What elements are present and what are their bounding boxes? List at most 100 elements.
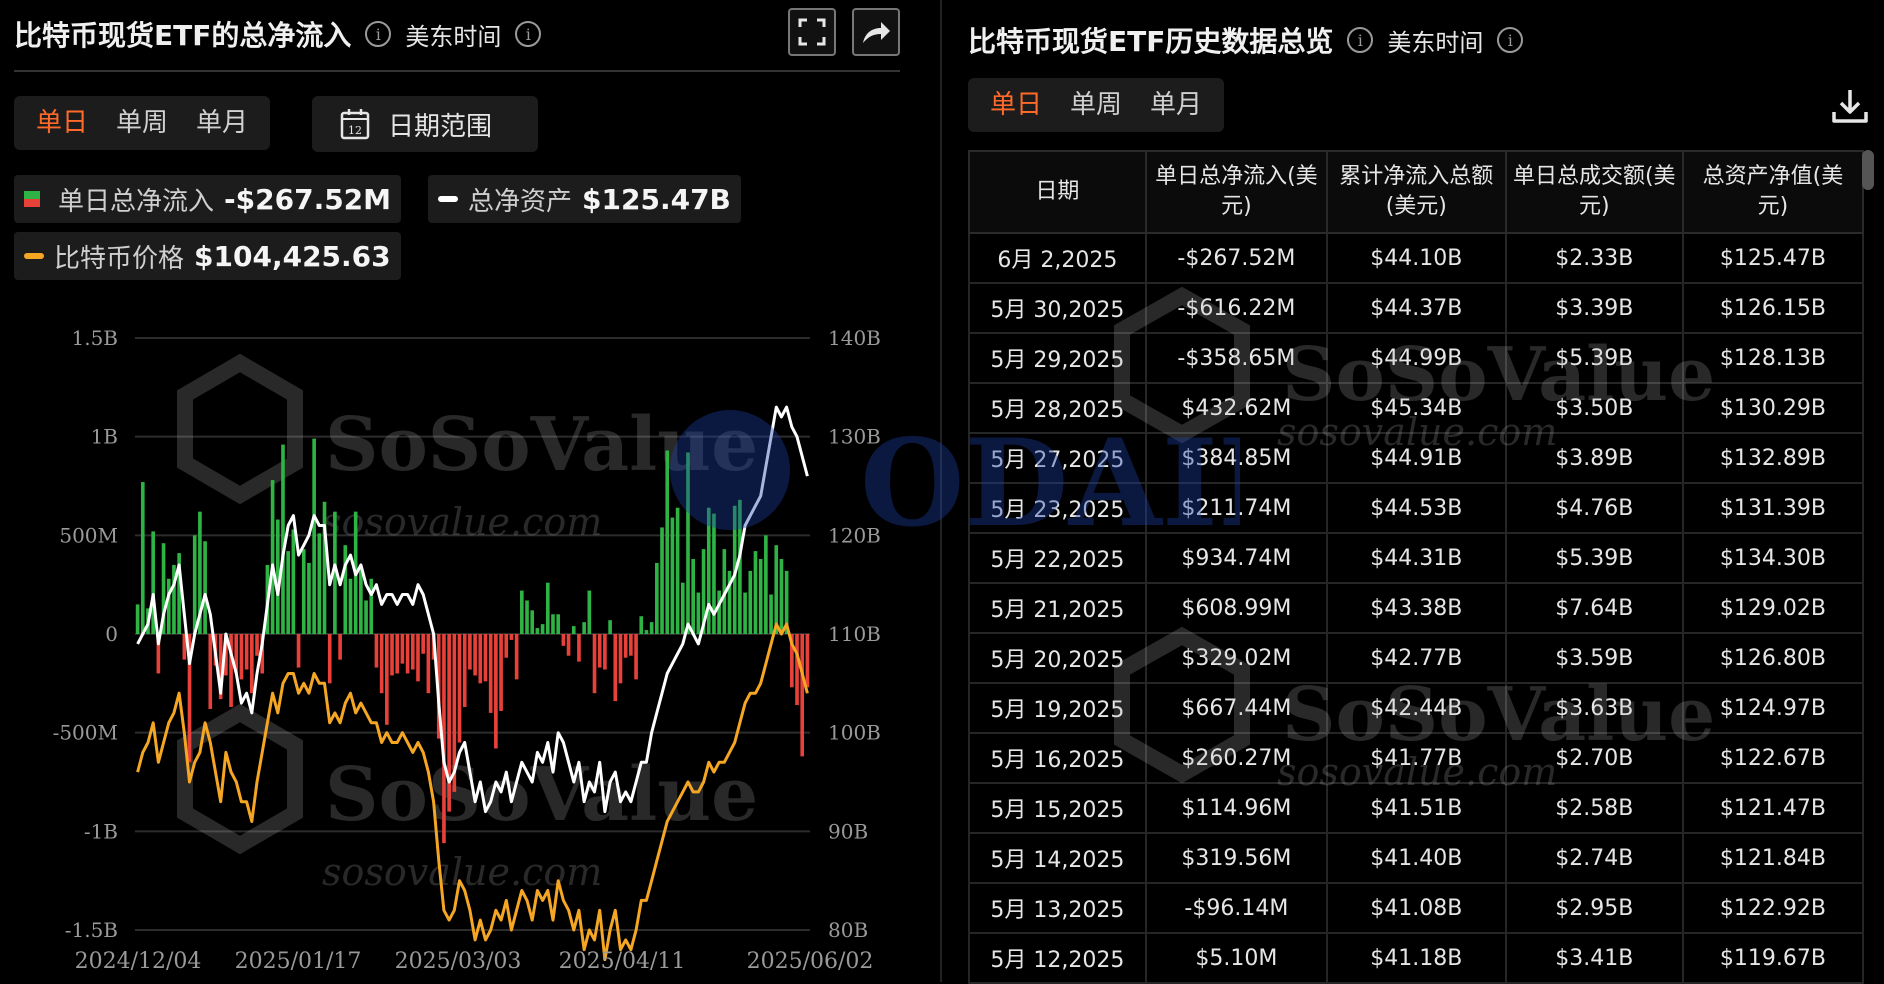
inflow-bar xyxy=(499,634,503,711)
inflow-bar xyxy=(369,578,374,634)
cell-net-inflow: $260.27M xyxy=(1144,733,1328,784)
col-header[interactable]: 单日总成交额(美元) xyxy=(1504,150,1684,234)
table-scrollbar[interactable] xyxy=(1862,150,1874,190)
table-row[interactable]: 5月 30,2025 -$616.22M $44.37B $3.39B $126.15B xyxy=(968,283,1865,334)
table-row[interactable]: 5月 13,2025 -$96.14M $41.08B $2.95B $122.92B xyxy=(968,883,1865,934)
right-period-tabs: 单日 单周 单月 xyxy=(968,78,1225,132)
cell-net-inflow: $114.96M xyxy=(1144,783,1328,834)
table-row[interactable]: 5月 16,2025 $260.27M $41.77B $2.70B $122.67B xyxy=(968,733,1865,784)
inflow-bar xyxy=(483,634,488,682)
x-axis-tick-label: 2024/12/04 xyxy=(75,949,202,974)
inflow-bar xyxy=(561,634,566,646)
cell-volume: $2.95B xyxy=(1504,883,1684,934)
inflow-bar xyxy=(691,559,695,634)
brand-watermark: SoSoValue xyxy=(325,402,758,488)
inflow-bar xyxy=(322,501,327,634)
table-row[interactable]: 5月 21,2025 $608.99M $43.38B $7.64B $129.02B xyxy=(968,583,1865,634)
inflow-bar xyxy=(338,634,342,660)
inflow-bar xyxy=(520,590,524,634)
inflow-bar xyxy=(457,634,462,743)
inflow-bar xyxy=(535,628,540,634)
right-axis-tick-label: 130B xyxy=(828,425,881,449)
tab-daily[interactable]: 单日 xyxy=(976,78,1056,132)
inflow-bar xyxy=(696,592,701,634)
info-icon[interactable]: i xyxy=(1497,27,1524,53)
table-row[interactable]: 5月 23,2025 $211.74M $44.53B $4.76B $131.39B xyxy=(968,483,1865,534)
cell-date: 5月 15,2025 xyxy=(968,783,1147,834)
table-row[interactable]: 5月 29,2025 -$358.65M $44.99B $5.39B $128.13B xyxy=(968,333,1865,384)
inflow-bar xyxy=(385,634,389,725)
right-title-row: 比特币现货ETF历史数据总览 i 美东时间 i xyxy=(968,20,1524,60)
download-icon xyxy=(1832,90,1868,123)
left-axis-tick-label: -1B xyxy=(84,819,118,843)
cell-net-assets: $131.39B xyxy=(1681,483,1865,534)
left-axis-tick-label: -1.5B xyxy=(65,918,118,942)
inflow-bar xyxy=(348,578,353,634)
inflow-bar xyxy=(592,634,597,694)
col-header[interactable]: 单日总净流入(美元) xyxy=(1144,150,1328,234)
cell-date: 5月 16,2025 xyxy=(968,733,1147,784)
inflow-bar xyxy=(405,634,410,674)
table-row[interactable]: 5月 14,2025 $319.56M $41.40B $2.74B $121.84B xyxy=(968,833,1865,884)
cell-date: 5月 30,2025 xyxy=(968,283,1147,334)
table-row[interactable]: 6月 2,2025 -$267.52M $44.10B $2.33B $125.47B xyxy=(968,233,1865,284)
cell-date: 5月 20,2025 xyxy=(968,633,1147,684)
table-row[interactable]: 5月 19,2025 $667.44M $42.44B $3.63B $124.97B xyxy=(968,683,1865,734)
table-header-row: 日期 单日总净流入(美元) 累计净流入总额(美元) 单日总成交额(美元) 总资产… xyxy=(968,150,1865,234)
cell-date: 5月 27,2025 xyxy=(968,433,1147,484)
etf-flow-chart: SoSoValuesosovalue.comSoSoValuesosovalue… xyxy=(53,326,881,974)
inflow-bar xyxy=(281,444,285,634)
tab-monthly[interactable]: 单月 xyxy=(1136,78,1216,132)
site-watermark: sosovalue.com xyxy=(322,500,602,544)
download-button[interactable] xyxy=(1830,86,1870,130)
cell-cumulative-inflow: $42.44B xyxy=(1325,683,1507,734)
inflow-bar xyxy=(530,610,535,634)
inflow-bar xyxy=(629,634,633,656)
inflow-bar xyxy=(255,634,259,656)
cell-volume: $5.39B xyxy=(1504,533,1684,584)
inflow-bar xyxy=(208,634,213,709)
inflow-bar xyxy=(649,622,654,634)
etf-history-panel: 比特币现货ETF历史数据总览 i 美东时间 i 单日 单周 单月 日期 单日总净… xyxy=(940,0,1884,984)
tab-weekly[interactable]: 单周 xyxy=(1056,78,1136,132)
inflow-bar xyxy=(665,450,670,634)
inflow-bar xyxy=(296,634,301,668)
col-header[interactable]: 累计净流入总额(美元) xyxy=(1325,150,1507,234)
table-row[interactable]: 5月 20,2025 $329.02M $42.77B $3.59B $126.80B xyxy=(968,633,1865,684)
inflow-bar xyxy=(239,634,244,680)
cell-net-inflow: $608.99M xyxy=(1144,583,1328,634)
inflow-bar xyxy=(473,634,477,676)
inflow-bar xyxy=(639,616,644,634)
inflow-bar xyxy=(509,634,514,640)
cell-cumulative-inflow: $41.08B xyxy=(1325,883,1507,934)
table-row[interactable]: 5月 15,2025 $114.96M $41.51B $2.58B $121.47B xyxy=(968,783,1865,834)
cell-net-assets: $134.30B xyxy=(1681,533,1865,584)
cell-date: 5月 21,2025 xyxy=(968,583,1147,634)
inflow-bar xyxy=(327,634,332,684)
cell-net-assets: $128.13B xyxy=(1681,333,1865,384)
cell-net-inflow: $329.02M xyxy=(1144,633,1328,684)
cell-date: 5月 14,2025 xyxy=(968,833,1147,884)
inflow-bar xyxy=(525,600,529,634)
table-row[interactable]: 5月 22,2025 $934.74M $44.31B $5.39B $134.30B xyxy=(968,533,1865,584)
inflow-bar xyxy=(494,634,498,749)
table-row[interactable]: 5月 12,2025 $5.10M $41.18B $3.41B $119.67B xyxy=(968,933,1865,984)
inflow-bar xyxy=(359,568,363,634)
right-axis-tick-label: 100B xyxy=(828,721,881,745)
cell-net-assets: $129.02B xyxy=(1681,583,1865,634)
cell-volume: $2.33B xyxy=(1504,233,1684,284)
inflow-bar xyxy=(462,634,467,708)
inflow-bar xyxy=(597,634,602,668)
inflow-bar xyxy=(478,634,483,684)
table-row[interactable]: 5月 27,2025 $384.85M $44.91B $3.89B $132.89B xyxy=(968,433,1865,484)
cell-net-assets: $121.47B xyxy=(1681,783,1865,834)
info-icon[interactable]: i xyxy=(1347,27,1374,53)
inflow-bar xyxy=(764,535,768,634)
right-axis-tick-label: 120B xyxy=(828,523,881,547)
col-header[interactable]: 总资产净值(美元) xyxy=(1681,150,1865,234)
inflow-bar xyxy=(166,578,171,634)
col-header[interactable]: 日期 xyxy=(968,150,1147,234)
inflow-bar xyxy=(680,582,685,634)
inflow-bar xyxy=(753,551,758,634)
table-row[interactable]: 5月 28,2025 $432.62M $45.34B $3.50B $130.29B xyxy=(968,383,1865,434)
